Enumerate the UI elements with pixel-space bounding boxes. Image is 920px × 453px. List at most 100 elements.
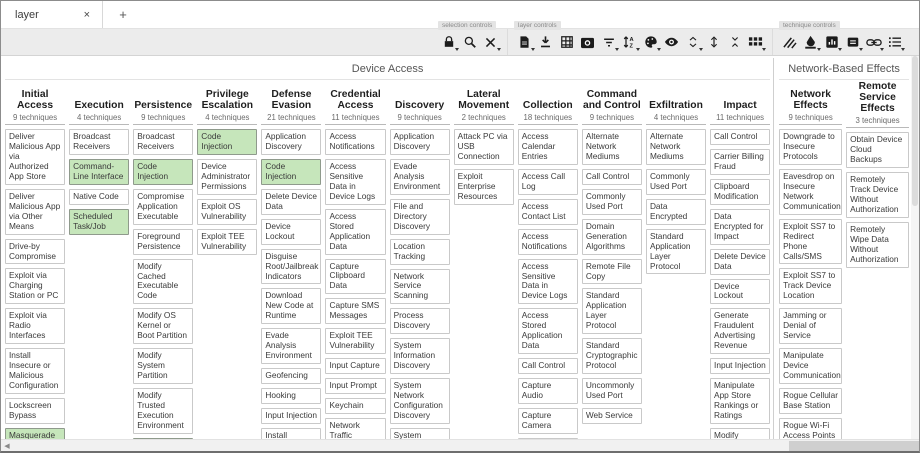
tactic-header[interactable]: Defense Evasion 21 techniques bbox=[261, 81, 322, 125]
tactic-header[interactable]: Network Effects 9 techniques bbox=[779, 81, 843, 125]
technique-cell[interactable]: Download New Code at Runtime bbox=[261, 288, 322, 325]
technique-cell[interactable]: Remotely Track Device Without Authorizat… bbox=[846, 172, 910, 218]
technique-cell[interactable]: Application Discovery bbox=[261, 129, 322, 155]
technique-cell[interactable]: Code Injection bbox=[133, 158, 194, 185]
technique-cell[interactable]: Downgrade to Insecure Protocols bbox=[779, 129, 843, 165]
filter-icon[interactable] bbox=[599, 33, 619, 51]
background-color-icon[interactable] bbox=[801, 33, 821, 51]
technique-cell[interactable]: Network Service Scanning bbox=[389, 268, 450, 305]
technique-cell[interactable]: Evade Analysis Environment bbox=[261, 328, 322, 365]
technique-cell[interactable]: Manipulate App Store Rankings or Ratings bbox=[710, 378, 771, 425]
technique-cell[interactable]: Delete Device Data bbox=[261, 188, 322, 215]
technique-cell[interactable]: Access Sensitive Data in Device Logs bbox=[517, 258, 578, 305]
technique-cell[interactable]: Device Lockout bbox=[710, 278, 771, 305]
technique-cell[interactable]: Scheduled Task/Job bbox=[69, 208, 130, 235]
tactic-header[interactable]: Discovery 9 techniques bbox=[389, 81, 450, 125]
download-layer-icon[interactable] bbox=[536, 33, 555, 51]
dropdown-caret-icon[interactable] bbox=[880, 48, 884, 51]
dropdown-caret-icon[interactable] bbox=[497, 48, 501, 51]
dropdown-caret-icon[interactable] bbox=[859, 48, 863, 51]
dropdown-caret-icon[interactable] bbox=[901, 48, 905, 51]
technique-cell[interactable]: Commonly Used Port bbox=[645, 168, 707, 195]
technique-cell[interactable]: Capture Camera bbox=[517, 408, 578, 434]
technique-cell[interactable]: Capture Clipboard Data bbox=[325, 258, 386, 295]
tab-layer[interactable]: layer × bbox=[1, 1, 103, 28]
technique-cell[interactable]: Rogue Wi-Fi Access Points bbox=[779, 417, 843, 441]
technique-cell[interactable]: Data Encrypted bbox=[645, 198, 707, 225]
technique-cell[interactable]: Eavesdrop on Insecure Network Communicat… bbox=[779, 168, 843, 215]
dropdown-caret-icon[interactable] bbox=[838, 48, 842, 51]
technique-cell[interactable]: Exploit SS7 to Redirect Phone Calls/SMS bbox=[779, 218, 843, 265]
technique-cell[interactable]: Device Lockout bbox=[261, 218, 322, 245]
tactic-header[interactable]: Privilege Escalation 4 techniques bbox=[197, 81, 258, 125]
technique-cell[interactable]: Standard Application Layer Protocol bbox=[581, 288, 642, 335]
technique-cell[interactable]: Location Tracking bbox=[389, 238, 450, 265]
technique-cell[interactable]: Keychain bbox=[325, 398, 386, 415]
dropdown-caret-icon[interactable] bbox=[762, 48, 766, 51]
dropdown-caret-icon[interactable] bbox=[699, 48, 703, 51]
technique-cell[interactable]: Data Encrypted for Impact bbox=[710, 208, 771, 245]
technique-cell[interactable]: Input Prompt bbox=[325, 378, 386, 395]
technique-cell[interactable]: Delete Device Data bbox=[710, 248, 771, 275]
expand-subtechniques-icon[interactable] bbox=[704, 33, 723, 51]
technique-cell[interactable]: Code Injection bbox=[197, 129, 258, 155]
sort-icon[interactable]: AZ bbox=[620, 33, 640, 51]
technique-cell[interactable]: Capture SMS Messages bbox=[325, 298, 386, 325]
dropdown-caret-icon[interactable] bbox=[817, 48, 821, 51]
technique-cell[interactable]: Input Capture bbox=[325, 358, 386, 375]
technique-cell[interactable]: Foreground Persistence bbox=[133, 228, 194, 255]
technique-cell[interactable]: Jamming or Denial of Service bbox=[779, 308, 843, 345]
technique-cell[interactable]: Disguise Root/Jailbreak Indicators bbox=[261, 248, 322, 285]
technique-cell[interactable]: Native Code bbox=[69, 188, 130, 205]
technique-cell[interactable]: Broadcast Receivers bbox=[133, 129, 194, 155]
technique-cell[interactable]: Code Injection bbox=[261, 158, 322, 185]
technique-cell[interactable]: Deliver Malicious App via Authorized App… bbox=[5, 129, 66, 185]
technique-cell[interactable]: Exploit Enterprise Resources bbox=[453, 168, 514, 205]
technique-cell[interactable]: Alternate Network Mediums bbox=[645, 129, 707, 165]
tactic-header[interactable]: Initial Access 9 techniques bbox=[5, 81, 66, 125]
technique-cell[interactable]: Network Traffic Capture or Redirection bbox=[325, 418, 386, 441]
technique-cell[interactable]: Clipboard Modification bbox=[710, 178, 771, 205]
technique-cell[interactable]: Exploit TEE Vulnerability bbox=[197, 228, 258, 255]
horizontal-scrollbar-thumb[interactable] bbox=[789, 441, 919, 451]
tactic-header[interactable]: Exfiltration 4 techniques bbox=[645, 81, 707, 125]
tactic-header[interactable]: Collection 18 techniques bbox=[517, 81, 578, 125]
technique-cell[interactable]: Generate Fraudulent Advertising Revenue bbox=[710, 308, 771, 355]
technique-cell[interactable]: Exploit via Charging Station or PC bbox=[5, 268, 66, 305]
technique-cell[interactable]: Rogue Cellular Base Station bbox=[779, 388, 843, 414]
technique-cell[interactable]: Manipulate Device Communication bbox=[779, 348, 843, 385]
technique-cell[interactable]: Compromise Application Executable bbox=[133, 188, 194, 225]
technique-cell[interactable]: System Network Configuration Discovery bbox=[389, 378, 450, 424]
technique-cell[interactable]: Domain Generation Algorithms bbox=[581, 218, 642, 255]
technique-cell[interactable]: Access Contact List bbox=[517, 198, 578, 225]
background-hatch-icon[interactable] bbox=[780, 33, 799, 51]
technique-cell[interactable]: Capture Audio bbox=[517, 378, 578, 405]
lock-selection-icon[interactable] bbox=[439, 33, 459, 51]
technique-cell[interactable]: Access Stored Application Data bbox=[325, 208, 386, 255]
technique-cell[interactable]: Uncommonly Used Port bbox=[581, 378, 642, 405]
technique-cell[interactable]: Modify Trusted Execution Environment bbox=[133, 388, 194, 434]
technique-cell[interactable]: Remote File Copy bbox=[581, 258, 642, 285]
technique-cell[interactable]: Input Injection bbox=[710, 358, 771, 375]
technique-cell[interactable]: Remotely Wipe Data Without Authorization bbox=[846, 222, 910, 268]
technique-cell[interactable]: Obtain Device Cloud Backups bbox=[846, 132, 910, 169]
dropdown-caret-icon[interactable] bbox=[615, 48, 619, 51]
dropdown-caret-icon[interactable] bbox=[455, 48, 459, 51]
tactic-header[interactable]: Command and Control 9 techniques bbox=[581, 81, 642, 125]
export-table-icon[interactable] bbox=[557, 33, 576, 51]
tactic-header[interactable]: Credential Access 11 techniques bbox=[325, 81, 386, 125]
technique-cell[interactable]: Application Discovery bbox=[389, 129, 450, 155]
technique-cell[interactable]: Drive-by Compromise bbox=[5, 238, 66, 265]
compact-view-icon[interactable] bbox=[683, 33, 703, 51]
technique-cell[interactable]: Call Control bbox=[710, 129, 771, 145]
technique-cell[interactable]: Alternate Network Mediums bbox=[581, 129, 642, 165]
technique-cell[interactable]: Attack PC via USB Connection bbox=[453, 129, 514, 165]
matrix-layout-icon[interactable] bbox=[746, 33, 766, 51]
tactic-header[interactable]: Lateral Movement 2 techniques bbox=[453, 81, 514, 125]
link-icon[interactable] bbox=[864, 33, 884, 51]
color-setup-icon[interactable] bbox=[641, 33, 661, 51]
scroll-left-arrow-icon[interactable]: ◀ bbox=[1, 442, 13, 450]
tactic-header[interactable]: Execution 4 techniques bbox=[69, 81, 130, 125]
technique-cell[interactable]: Broadcast Receivers bbox=[69, 129, 130, 155]
show-hide-icon[interactable] bbox=[662, 33, 681, 51]
